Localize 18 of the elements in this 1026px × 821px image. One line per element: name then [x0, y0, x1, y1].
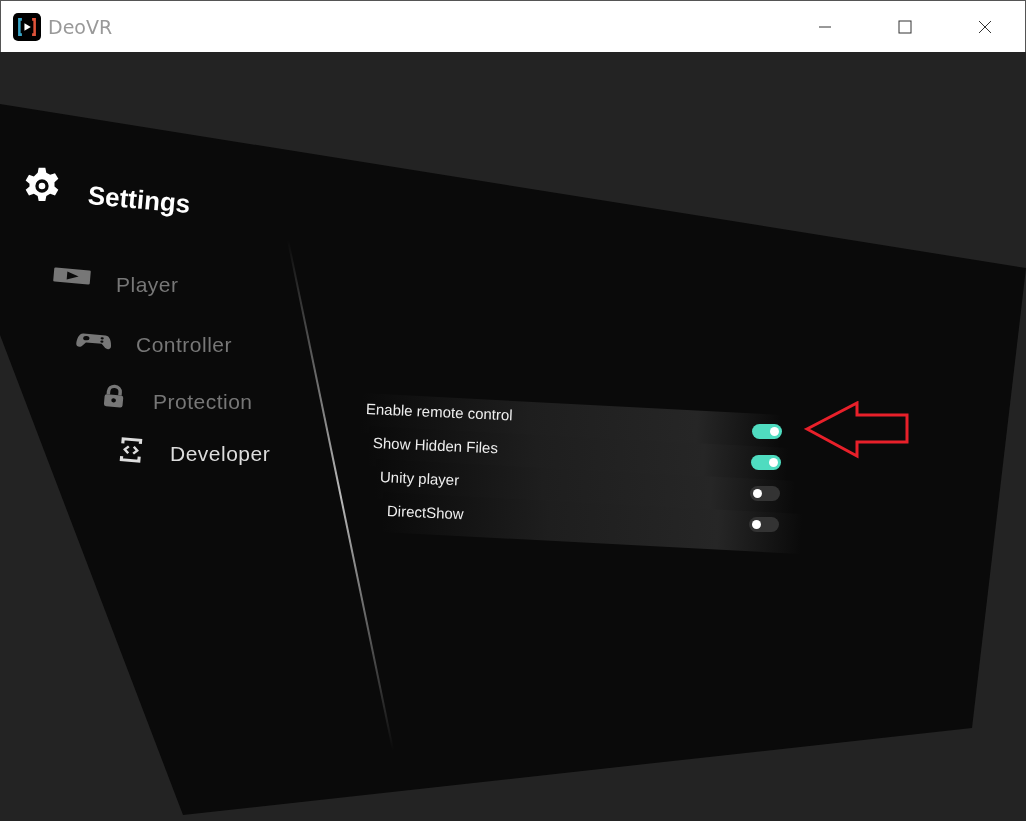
settings-heading: Settings	[86, 180, 192, 220]
toggle-switch[interactable]	[751, 455, 781, 470]
close-icon	[978, 19, 992, 34]
option-label: DirectShow	[386, 502, 464, 523]
toggle-switch[interactable]	[749, 517, 779, 532]
option-label: Show Hidden Files	[372, 434, 499, 457]
app-logo-icon	[13, 12, 41, 41]
maximize-icon	[898, 19, 912, 34]
window-title: DeoVR	[48, 15, 113, 38]
toggle-switch[interactable]	[752, 424, 782, 439]
menu-item[interactable]: Player	[116, 273, 179, 298]
toggle-switch[interactable]	[750, 486, 780, 501]
menu-item[interactable]: Controller	[136, 333, 233, 358]
minimize-icon	[818, 25, 832, 28]
menu-item[interactable]: Protection	[153, 390, 253, 415]
option-label: Enable remote control	[365, 400, 513, 424]
option-label: Unity player	[379, 468, 460, 489]
menu-item[interactable]: Developer	[170, 442, 271, 467]
